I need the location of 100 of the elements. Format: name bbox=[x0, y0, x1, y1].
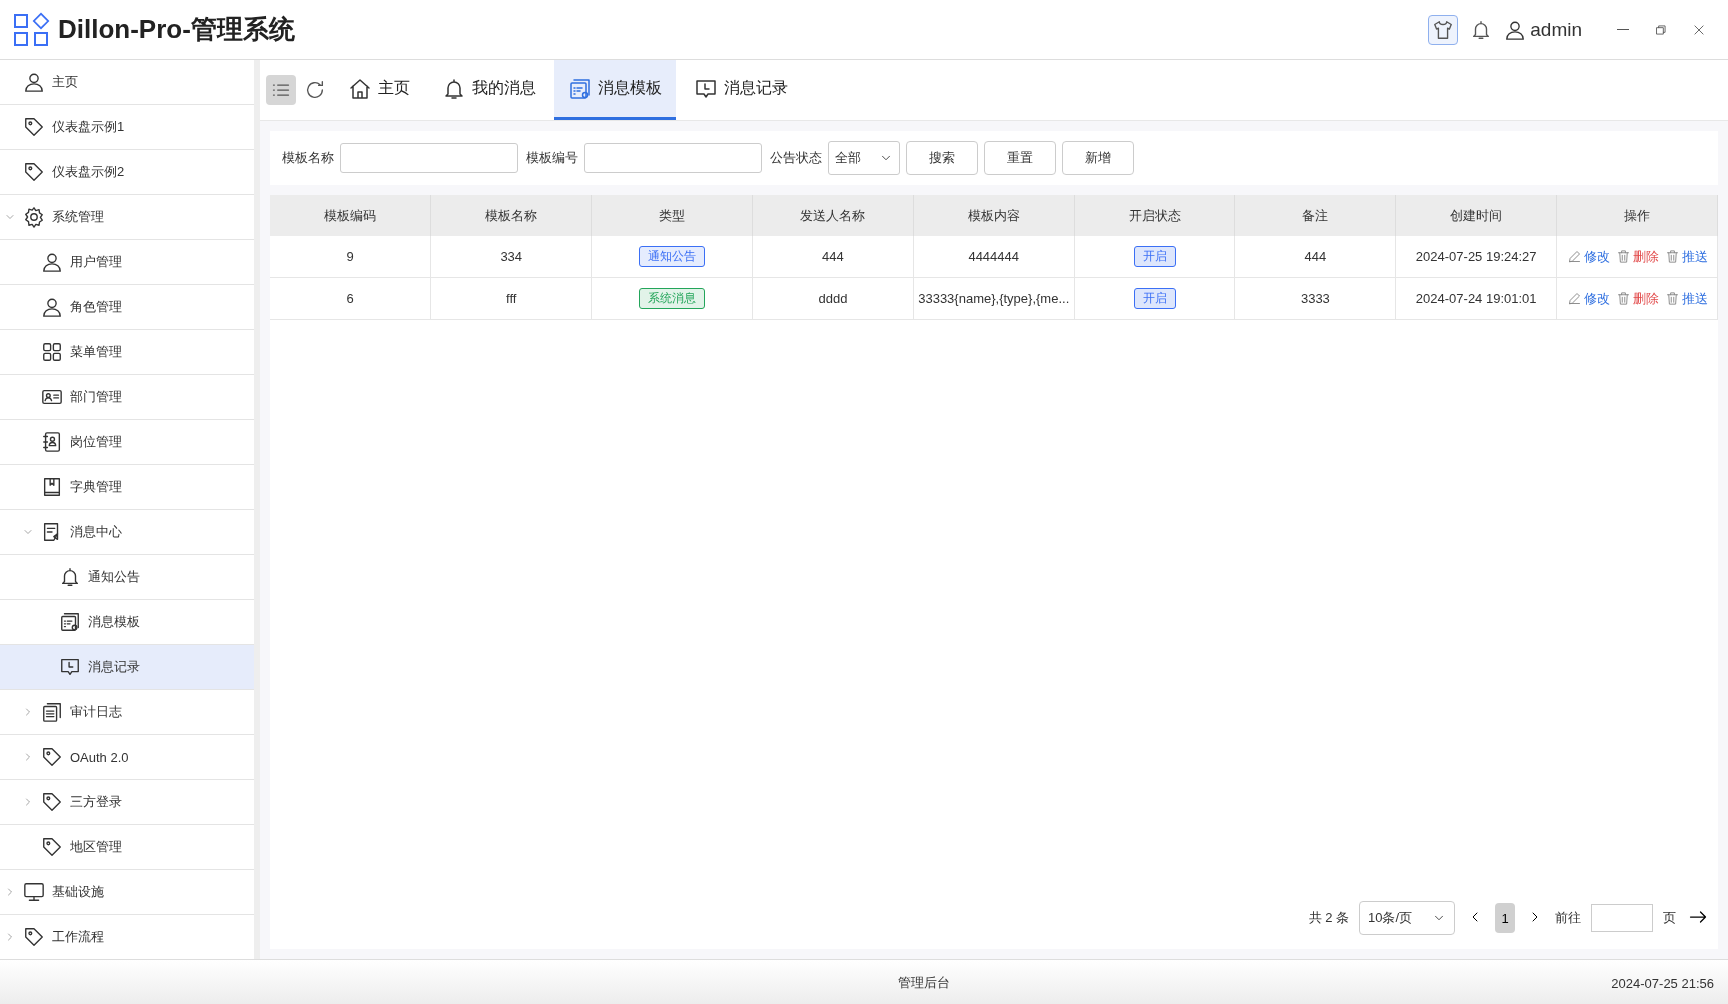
column-header: 创建时间 bbox=[1395, 195, 1557, 236]
sidebar-item[interactable]: 三方登录 bbox=[0, 780, 254, 825]
edit-link[interactable]: 修改 bbox=[1566, 289, 1610, 308]
sidebar-item[interactable]: 岗位管理 bbox=[0, 420, 254, 465]
column-header: 模板编码 bbox=[270, 195, 431, 236]
status-tag: 开启 bbox=[1133, 288, 1176, 309]
sidebar-item[interactable]: 消息中心 bbox=[0, 510, 254, 555]
sidebar-item[interactable]: 字典管理 bbox=[0, 465, 254, 510]
theme-button[interactable] bbox=[1428, 14, 1459, 45]
tag-icon bbox=[23, 161, 45, 183]
type-tag: 系统消息 bbox=[639, 288, 706, 309]
delete-icon bbox=[1615, 249, 1631, 264]
column-header: 备注 bbox=[1234, 195, 1396, 236]
goto-label: 前往 bbox=[1555, 909, 1581, 927]
footer-text: 管理后台 bbox=[898, 974, 950, 992]
sidebar-item[interactable]: 主页 bbox=[0, 60, 254, 105]
home-icon bbox=[348, 76, 372, 101]
tag-icon bbox=[23, 116, 45, 138]
status-tag: 开启 bbox=[1133, 246, 1176, 267]
person-icon bbox=[41, 251, 63, 273]
refresh-icon bbox=[304, 79, 326, 101]
delete-icon bbox=[1664, 249, 1680, 264]
tag-icon bbox=[41, 791, 63, 813]
table-cell: dddd bbox=[752, 277, 914, 320]
close-icon bbox=[1692, 22, 1706, 37]
table-cell: fff bbox=[430, 277, 592, 320]
logo-icon bbox=[14, 13, 50, 46]
restore-icon bbox=[1654, 22, 1668, 37]
table-cell: 33333{name},{type},{me... bbox=[913, 277, 1075, 320]
table-cell: 444 bbox=[1234, 236, 1396, 278]
edit-icon bbox=[1566, 291, 1582, 306]
edit-link[interactable]: 修改 bbox=[1566, 247, 1610, 266]
table-cell: 334 bbox=[430, 236, 592, 278]
filter-label: 模板编号 bbox=[526, 149, 578, 167]
user-name[interactable]: admin bbox=[1530, 18, 1582, 41]
menu-toggle-button[interactable] bbox=[266, 75, 296, 105]
column-header: 操作 bbox=[1556, 195, 1718, 236]
monitor-icon bbox=[23, 881, 45, 903]
tab[interactable]: 消息模板 bbox=[554, 60, 676, 120]
page-size-select[interactable]: 10条/页 bbox=[1359, 901, 1455, 935]
sidebar-item[interactable]: OAuth 2.0 bbox=[0, 735, 254, 780]
contact-book-icon bbox=[41, 431, 63, 453]
tab[interactable]: 消息记录 bbox=[680, 60, 802, 120]
column-header: 发送人名称 bbox=[752, 195, 914, 236]
status-select[interactable]: 全部 bbox=[828, 141, 900, 175]
delete-link[interactable]: 删除 bbox=[1615, 289, 1659, 308]
template-icon bbox=[568, 76, 592, 101]
table-cell: 2024-07-25 19:24:27 bbox=[1395, 236, 1557, 278]
sidebar-item[interactable]: 基础设施 bbox=[0, 870, 254, 915]
input-field[interactable] bbox=[584, 143, 762, 173]
push-link[interactable]: 推送 bbox=[1664, 289, 1708, 308]
tag-icon bbox=[41, 836, 63, 858]
sidebar-item[interactable]: 角色管理 bbox=[0, 285, 254, 330]
delete-icon bbox=[1664, 291, 1680, 306]
filter-label: 公告状态 bbox=[770, 149, 822, 167]
tag-icon bbox=[23, 926, 45, 948]
person-icon bbox=[23, 71, 45, 93]
sidebar-item[interactable]: 仪表盘示例1 bbox=[0, 105, 254, 150]
reset-button[interactable]: 重置 bbox=[984, 141, 1056, 175]
shirt-icon bbox=[1432, 18, 1455, 41]
sidebar-item[interactable]: 部门管理 bbox=[0, 375, 254, 420]
column-header: 类型 bbox=[591, 195, 753, 236]
bell-icon bbox=[59, 566, 81, 588]
table-cell: 9 bbox=[270, 236, 431, 278]
input-field[interactable] bbox=[340, 143, 518, 173]
table-cell: 3333 bbox=[1234, 277, 1396, 320]
search-button[interactable]: 搜索 bbox=[906, 141, 978, 175]
delete-icon bbox=[1615, 291, 1631, 306]
sidebar-item[interactable]: 通知公告 bbox=[0, 555, 254, 600]
page-number[interactable]: 1 bbox=[1495, 903, 1515, 933]
total-count: 共 2 条 bbox=[1308, 909, 1349, 927]
sidebar-item[interactable]: 用户管理 bbox=[0, 240, 254, 285]
book-icon bbox=[41, 476, 63, 498]
column-header: 开启状态 bbox=[1074, 195, 1235, 236]
sidebar-item[interactable]: 菜单管理 bbox=[0, 330, 254, 375]
table-cell: 6 bbox=[270, 277, 431, 320]
sidebar-item[interactable]: 系统管理 bbox=[0, 195, 254, 240]
message-clock-icon bbox=[59, 656, 81, 678]
delete-link[interactable]: 删除 bbox=[1615, 247, 1659, 266]
sidebar-item[interactable]: 消息记录 bbox=[0, 645, 254, 690]
tab[interactable]: 主页 bbox=[334, 60, 424, 120]
page-input-field[interactable] bbox=[1591, 904, 1653, 932]
edit-icon bbox=[1566, 249, 1582, 264]
push-link[interactable]: 推送 bbox=[1664, 247, 1708, 266]
column-header: 模板内容 bbox=[913, 195, 1075, 236]
bell-icon bbox=[442, 76, 466, 101]
documents-icon bbox=[41, 701, 63, 723]
add-button[interactable]: 新增 bbox=[1062, 141, 1134, 175]
minimize-icon bbox=[1617, 28, 1629, 31]
sidebar-item[interactable]: 仪表盘示例2 bbox=[0, 150, 254, 195]
sidebar-item[interactable]: 地区管理 bbox=[0, 825, 254, 870]
template-icon bbox=[59, 611, 81, 633]
type-tag: 通知公告 bbox=[639, 246, 706, 267]
tab[interactable]: 我的消息 bbox=[428, 60, 550, 120]
app-title: Dillon-Pro-管理系统 bbox=[58, 13, 295, 46]
table-cell: 4444444 bbox=[913, 236, 1075, 278]
tag-icon bbox=[41, 746, 63, 768]
column-header: 模板名称 bbox=[430, 195, 592, 236]
sidebar-item[interactable]: 审计日志 bbox=[0, 690, 254, 735]
footer-time: 2024-07-25 21:56 bbox=[1611, 975, 1714, 991]
